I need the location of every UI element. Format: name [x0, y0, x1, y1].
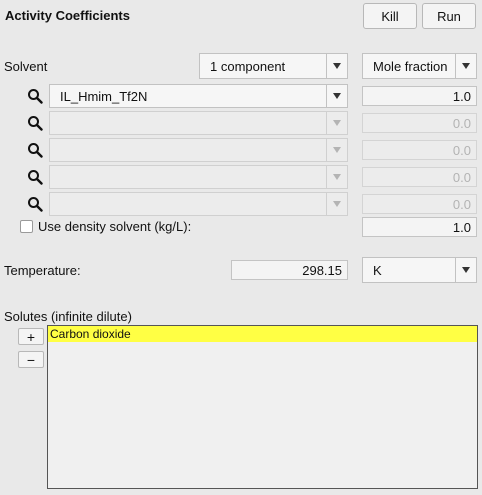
- component-count-select[interactable]: 1 component: [199, 53, 348, 79]
- chevron-down-icon: [455, 258, 476, 282]
- remove-solute-button[interactable]: −: [18, 351, 44, 368]
- fraction-type-value: Mole fraction: [373, 58, 448, 74]
- solutes-label: Solutes (infinite dilute): [4, 309, 132, 324]
- fraction-type-select[interactable]: Mole fraction: [362, 53, 477, 79]
- page-title: Activity Coefficients: [5, 8, 130, 23]
- solvent-component-select-1[interactable]: IL_Hmim_Tf2N: [49, 84, 348, 108]
- add-solute-button[interactable]: +: [18, 328, 44, 345]
- solutes-list[interactable]: Carbon dioxide: [47, 325, 478, 489]
- density-checkbox[interactable]: [20, 220, 33, 233]
- search-icon[interactable]: [26, 168, 44, 186]
- solvent-fraction-field-5[interactable]: 0.0: [362, 194, 477, 214]
- solvent-label: Solvent: [4, 59, 48, 74]
- chevron-down-icon: [326, 85, 347, 107]
- density-label: Use density solvent (kg/L):: [38, 219, 192, 234]
- search-icon[interactable]: [26, 195, 44, 213]
- temperature-field[interactable]: 298.15: [231, 260, 348, 280]
- search-icon[interactable]: [26, 114, 44, 132]
- list-item[interactable]: Carbon dioxide: [48, 326, 477, 342]
- solvent-component-select-3[interactable]: [49, 138, 348, 162]
- temperature-label: Temperature:: [4, 263, 81, 278]
- density-field[interactable]: 1.0: [362, 217, 477, 237]
- chevron-down-icon: [326, 193, 347, 215]
- chevron-down-icon: [326, 54, 347, 78]
- chevron-down-icon: [326, 139, 347, 161]
- search-icon[interactable]: [26, 87, 44, 105]
- solvent-component-select-5[interactable]: [49, 192, 348, 216]
- temperature-unit-select[interactable]: K: [362, 257, 477, 283]
- chevron-down-icon: [455, 54, 476, 78]
- search-icon[interactable]: [26, 141, 44, 159]
- run-button[interactable]: Run: [422, 3, 476, 29]
- solvent-fraction-field-2[interactable]: 0.0: [362, 113, 477, 133]
- solvent-component-select-2[interactable]: [49, 111, 348, 135]
- solvent-fraction-field-4[interactable]: 0.0: [362, 167, 477, 187]
- chevron-down-icon: [326, 166, 347, 188]
- solvent-fraction-field-1[interactable]: 1.0: [362, 86, 477, 106]
- temperature-unit-value: K: [373, 262, 382, 278]
- solvent-fraction-field-3[interactable]: 0.0: [362, 140, 477, 160]
- kill-button[interactable]: Kill: [363, 3, 417, 29]
- component-count-value: 1 component: [210, 58, 286, 74]
- solvent-component-name: IL_Hmim_Tf2N: [60, 88, 148, 104]
- chevron-down-icon: [326, 112, 347, 134]
- solvent-component-select-4[interactable]: [49, 165, 348, 189]
